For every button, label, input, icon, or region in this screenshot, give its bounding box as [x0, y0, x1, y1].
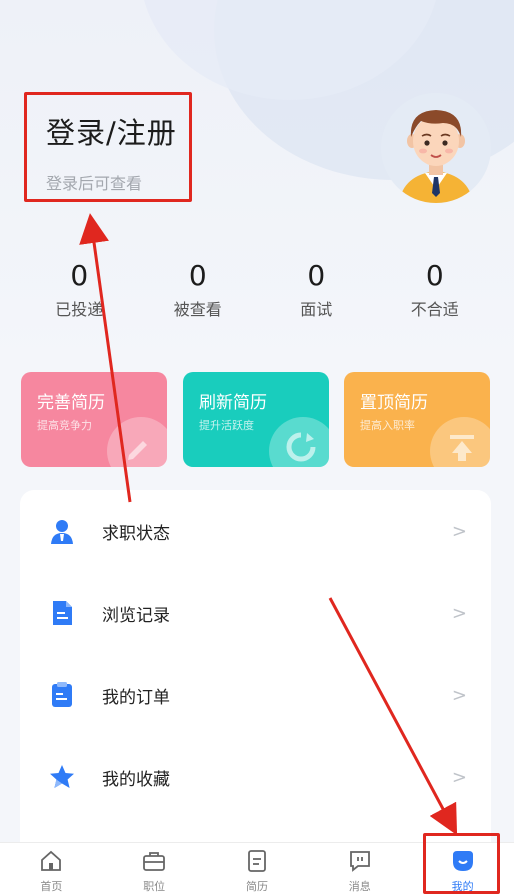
tab-jobs[interactable]: 职位 [103, 843, 206, 896]
refresh-resume-card[interactable]: 刷新简历 提升活跃度 [183, 372, 329, 467]
menu-item-job-status[interactable]: 求职状态 > [20, 490, 491, 572]
menu-item-favorites[interactable]: 我的收藏 > [20, 736, 491, 818]
chevron-right-icon: > [451, 520, 467, 542]
tab-resume[interactable]: 简历 [206, 843, 309, 896]
tab-label: 首页 [40, 880, 63, 893]
tab-messages[interactable]: 消息 [308, 843, 411, 896]
stat-label: 已投递 [55, 300, 104, 319]
stat-value: 0 [188, 259, 207, 292]
application-stats: 0 已投递 0 被查看 0 面试 0 不合适 [20, 258, 494, 320]
menu-item-label: 求职状态 [102, 523, 170, 544]
stat-interview[interactable]: 0 面试 [257, 258, 376, 320]
tab-label: 简历 [245, 880, 268, 893]
briefcase-icon [142, 849, 166, 873]
avatar[interactable] [381, 93, 491, 203]
profile-menu: 求职状态 > 浏览记录 > 我的订单 > 我的收藏 > [20, 490, 491, 860]
resume-icon [245, 849, 269, 873]
stat-label: 被查看 [173, 300, 222, 319]
chevron-right-icon: > [451, 684, 467, 706]
annotation-highlight-box [24, 92, 192, 202]
top-resume-card[interactable]: 置顶简历 提高入职率 [344, 372, 490, 467]
menu-item-browse-history[interactable]: 浏览记录 > [20, 572, 491, 654]
resume-action-cards: 完善简历 提高竞争力 刷新简历 提升活跃度 置顶简历 提高入职率 [21, 372, 491, 467]
chevron-right-icon: > [451, 766, 467, 788]
menu-item-my-orders[interactable]: 我的订单 > [20, 654, 491, 736]
stat-unsuitable[interactable]: 0 不合适 [376, 258, 495, 320]
menu-item-label: 浏览记录 [102, 605, 170, 626]
menu-item-label: 我的收藏 [102, 769, 170, 790]
stat-viewed[interactable]: 0 被查看 [139, 258, 258, 320]
clipboard-icon [48, 681, 76, 709]
person-icon [48, 517, 76, 545]
complete-resume-card[interactable]: 完善简历 提高竞争力 [21, 372, 167, 467]
card-title: 置顶简历 [360, 393, 428, 413]
stat-delivered[interactable]: 0 已投递 [20, 258, 139, 320]
stat-value: 0 [425, 259, 444, 292]
card-title: 刷新简历 [199, 393, 267, 413]
card-title: 完善简历 [37, 393, 105, 413]
chevron-right-icon: > [451, 602, 467, 624]
star-icon [48, 763, 76, 791]
annotation-highlight-box [423, 833, 500, 894]
tab-label: 职位 [143, 880, 166, 893]
tab-home[interactable]: 首页 [0, 843, 103, 896]
document-icon [48, 599, 76, 627]
menu-item-label: 我的订单 [102, 687, 170, 708]
stat-label: 不合适 [410, 300, 459, 319]
message-icon [348, 849, 372, 873]
stat-value: 0 [70, 259, 89, 292]
avatar-illustration [399, 110, 473, 203]
stat-value: 0 [307, 259, 326, 292]
home-icon [39, 849, 63, 873]
stat-label: 面试 [300, 300, 333, 319]
tab-label: 消息 [348, 880, 371, 893]
